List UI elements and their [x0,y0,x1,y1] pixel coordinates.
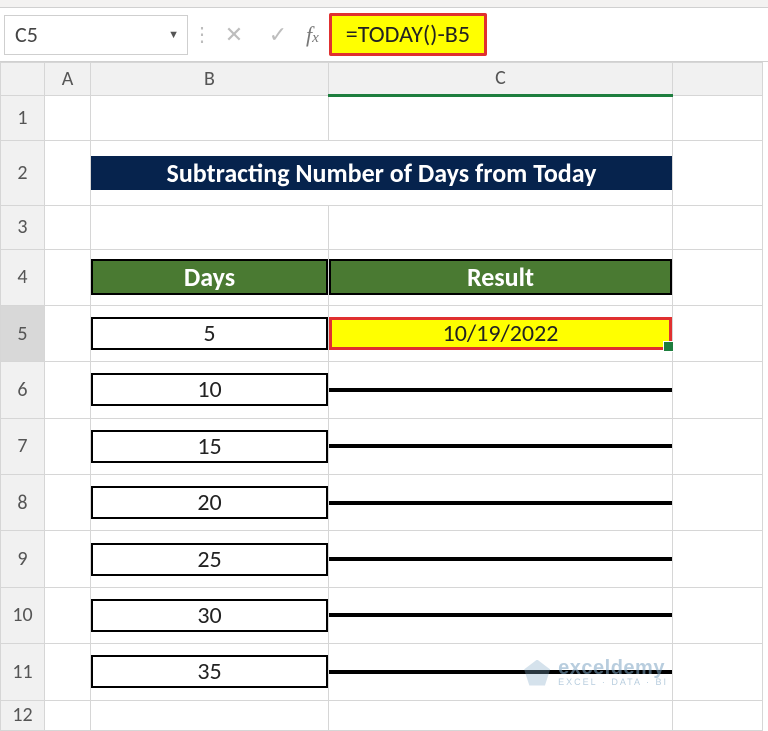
cell-d1[interactable] [673,95,763,141]
cell-d4[interactable] [673,249,763,305]
title-text: Subtracting Number of Days from Today [167,157,597,189]
cell-a10[interactable] [45,587,91,643]
row-header-7[interactable]: 7 [1,418,45,474]
cell-a8[interactable] [45,475,91,531]
cell-b11[interactable]: 35 [91,644,329,700]
formula-input[interactable]: =TODAY()-B5 [329,13,487,56]
cell-c10[interactable] [329,587,673,643]
header-result: Result [467,261,534,293]
cell-a11[interactable] [45,644,91,700]
cell-b3[interactable] [91,206,329,249]
cell-c6[interactable] [329,362,673,418]
separator-icon: ⋮ [198,15,206,55]
active-cell-value: 10/19/2022 [443,319,559,348]
cell-b7[interactable]: 15 [91,418,329,474]
cell-a12[interactable] [45,700,91,731]
row-header-8[interactable]: 8 [1,475,45,531]
row-header-3[interactable]: 3 [1,206,45,249]
cell-d12[interactable] [673,700,763,731]
spreadsheet-grid[interactable]: A B C 1 2 Subtracting Number of Days fro… [0,62,763,731]
cell-d10[interactable] [673,587,763,643]
cell-c7[interactable] [329,418,673,474]
accept-formula-button[interactable]: ✓ [256,15,300,55]
cancel-formula-button[interactable]: ✕ [212,15,256,55]
watermark-brand: exceldemy [558,658,668,678]
cell-d3[interactable] [673,206,763,249]
cell-d9[interactable] [673,531,763,587]
cell-c4[interactable]: Result [329,249,673,305]
title-banner[interactable]: Subtracting Number of Days from Today [91,141,673,206]
cell-b8[interactable]: 20 [91,475,329,531]
cell-a7[interactable] [45,418,91,474]
cell-a2[interactable] [45,141,91,206]
name-box[interactable]: C5 ▼ [4,15,188,55]
cell-c12[interactable] [329,700,673,731]
cell-b9[interactable]: 25 [91,531,329,587]
row-header-5[interactable]: 5 [1,305,45,361]
cell-a1[interactable] [45,95,91,141]
cell-d11[interactable] [673,644,763,700]
select-all-corner[interactable] [1,63,45,96]
formula-text: =TODAY()-B5 [346,20,470,49]
watermark-tag: EXCEL · DATA · BI [558,678,668,687]
cell-d7[interactable] [673,418,763,474]
cell-d5[interactable] [673,305,763,361]
row-header-2[interactable]: 2 [1,141,45,206]
formula-bar: C5 ▼ ⋮ ✕ ✓ fx =TODAY()-B5 [0,8,768,62]
row-header-1[interactable]: 1 [1,95,45,141]
cell-c8[interactable] [329,475,673,531]
header-days: Days [184,261,235,293]
row-header-9[interactable]: 9 [1,531,45,587]
cell-b10[interactable]: 30 [91,587,329,643]
col-header-c[interactable]: C [329,63,673,96]
watermark: exceldemy EXCEL · DATA · BI [524,658,668,687]
cell-c1[interactable] [329,95,673,141]
name-box-value: C5 [15,21,38,48]
cell-a6[interactable] [45,362,91,418]
cell-c3[interactable] [329,206,673,249]
cell-a9[interactable] [45,531,91,587]
cell-b4[interactable]: Days [91,249,329,305]
cell-d2[interactable] [673,141,763,206]
fx-icon[interactable]: fx [306,22,319,48]
cell-a3[interactable] [45,206,91,249]
row-header-6[interactable]: 6 [1,362,45,418]
window-titlebar [0,0,768,8]
cell-b5[interactable]: 5 [91,305,329,361]
col-header-b[interactable]: B [91,63,329,96]
watermark-icon [524,660,550,686]
cell-b12[interactable] [91,700,329,731]
cell-b1[interactable] [91,95,329,141]
row-header-4[interactable]: 4 [1,249,45,305]
cell-c5[interactable]: 10/19/2022 [329,305,673,361]
cell-a4[interactable] [45,249,91,305]
cell-d8[interactable] [673,475,763,531]
chevron-down-icon[interactable]: ▼ [168,28,179,41]
row-header-10[interactable]: 10 [1,587,45,643]
cell-d6[interactable] [673,362,763,418]
row-header-12[interactable]: 12 [1,700,45,731]
cell-b6[interactable]: 10 [91,362,329,418]
cell-c9[interactable] [329,531,673,587]
col-header-d[interactable] [673,63,763,96]
row-header-11[interactable]: 11 [1,644,45,700]
cell-a5[interactable] [45,305,91,361]
col-header-a[interactable]: A [45,63,91,96]
